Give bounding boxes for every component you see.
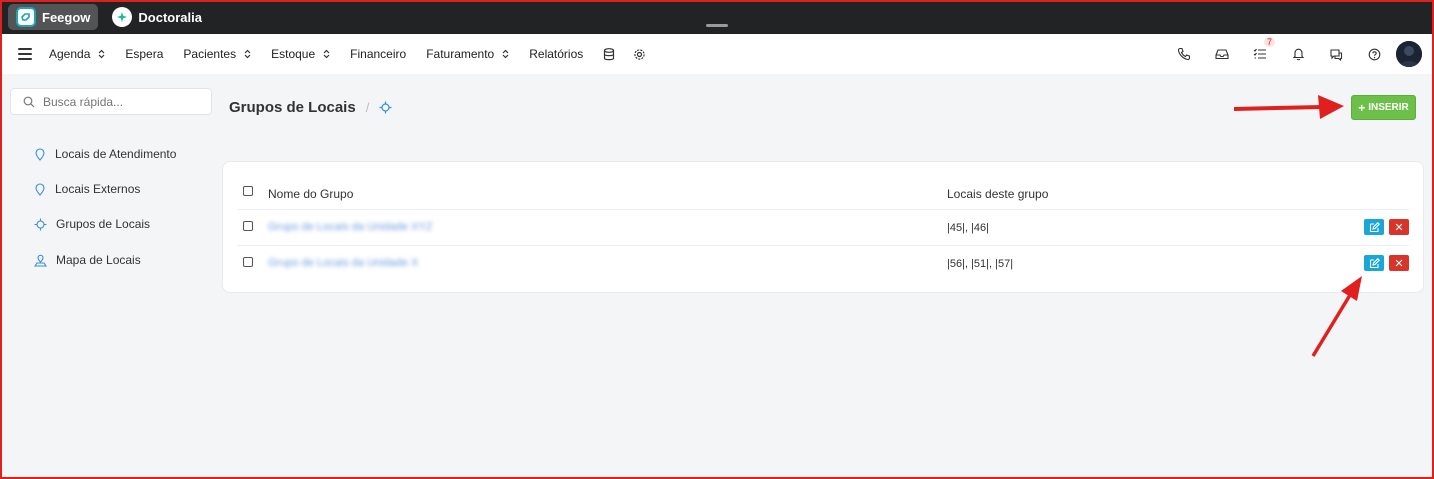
row-divider [237,209,1409,210]
close-icon: ✕ [1394,257,1404,270]
tab-feegow-label: Feegow [42,9,91,25]
map-pin-icon [35,182,45,196]
search-input[interactable] [43,94,193,109]
group-locais-value: |45|, |46| [947,222,990,234]
nav-estoque-label: Estoque [271,47,316,61]
chevron-updown-icon [98,49,105,59]
edit-icon [1369,221,1380,232]
edit-button[interactable] [1364,219,1384,235]
sidebar-item-locais-atendimento[interactable]: Locais de Atendimento [34,147,176,161]
page-title: Grupos de Locais / [229,99,392,116]
bell-icon[interactable] [1290,46,1306,62]
breadcrumb-separator: / [365,100,370,115]
app-switcher-bar: Feegow Doctoralia [0,0,1434,34]
sidebar-item-locais-externos[interactable]: Locais Externos [34,182,140,196]
nav-pacientes-label: Pacientes [183,47,237,61]
avatar[interactable] [1396,41,1422,67]
drag-handle[interactable] [706,24,728,27]
nav-agenda-label: Agenda [49,47,91,61]
nav-faturamento[interactable]: Faturamento [426,47,509,61]
chat-icon[interactable] [1328,46,1344,62]
column-header-locais[interactable]: Locais deste grupo [947,187,1048,201]
row-divider [237,245,1409,246]
close-icon: ✕ [1394,221,1404,234]
main-navbar: Agenda Espera Pacientes Estoque Financei… [0,34,1434,74]
notification-count-badge: 7 [1263,37,1275,47]
chevron-updown-icon [323,49,330,59]
feegow-logo-icon [16,7,36,27]
map-pin-icon [35,147,45,161]
arrow-to-insert-button [1233,95,1344,119]
delete-button[interactable]: ✕ [1389,255,1409,271]
tab-feegow[interactable]: Feegow [8,4,99,30]
gear-icon[interactable] [633,48,646,61]
nav-relatorios-label: Relatórios [529,47,584,61]
map-location-icon [34,254,47,267]
tab-doctoralia-label: Doctoralia [138,9,202,25]
doctoralia-logo-icon [112,7,133,27]
navbar-right-icons: 7 [1154,34,1422,74]
chevron-updown-icon [244,49,251,59]
row-checkbox[interactable] [243,221,253,231]
insert-button-label: INSERIR [1368,102,1409,113]
insert-button[interactable]: + INSERIR [1351,95,1416,120]
nav-financeiro-label: Financeiro [350,47,407,61]
sidebar-item-label: Mapa de Locais [56,253,141,267]
column-header-nome-grupo[interactable]: Nome do Grupo [268,187,353,201]
group-locais-value: |56|, |51|, |57| [947,258,1014,270]
chevron-updown-icon [502,49,509,59]
sidebar-item-mapa-locais[interactable]: Mapa de Locais [34,253,141,267]
quick-search[interactable] [10,88,212,115]
help-icon[interactable] [1366,46,1382,62]
groups-table-card: Nome do Grupo Locais deste grupo Grupo d… [222,161,1424,293]
group-name-link[interactable]: Grupo de Locais da Unidade X [268,257,418,269]
plus-icon: + [1358,100,1366,115]
nav-faturamento-label: Faturamento [426,47,495,61]
database-icon[interactable] [603,47,615,61]
delete-button[interactable]: ✕ [1389,219,1409,235]
phone-icon[interactable] [1176,46,1192,62]
crosshair-icon [379,101,392,114]
row-checkbox[interactable] [243,257,253,267]
task-list-icon[interactable]: 7 [1252,37,1275,62]
nav-relatorios[interactable]: Relatórios [529,47,583,61]
sidebar-item-label: Locais Externos [55,182,141,196]
inbox-icon[interactable] [1214,46,1230,62]
page-title-text: Grupos de Locais [229,99,356,116]
group-name-link[interactable]: Grupo de Locais da Unidade XYZ [268,221,433,233]
select-all-checkbox[interactable] [243,186,253,196]
nav-espera-label: Espera [125,47,164,61]
search-icon [23,96,35,107]
sidebar-item-label: Grupos de Locais [56,217,151,231]
nav-pacientes[interactable]: Pacientes [183,47,251,61]
edit-icon [1369,257,1380,268]
crosshair-icon [34,218,47,230]
nav-financeiro[interactable]: Financeiro [350,47,406,61]
tab-doctoralia[interactable]: Doctoralia [104,4,210,30]
sidebar-item-label: Locais de Atendimento [55,147,177,161]
nav-agenda[interactable]: Agenda [49,47,105,61]
nav-espera[interactable]: Espera [125,47,163,61]
edit-button[interactable] [1364,255,1384,271]
sidebar-item-grupos-locais[interactable]: Grupos de Locais [34,217,150,231]
hamburger-menu-icon[interactable] [18,48,32,60]
nav-estoque[interactable]: Estoque [271,47,330,61]
